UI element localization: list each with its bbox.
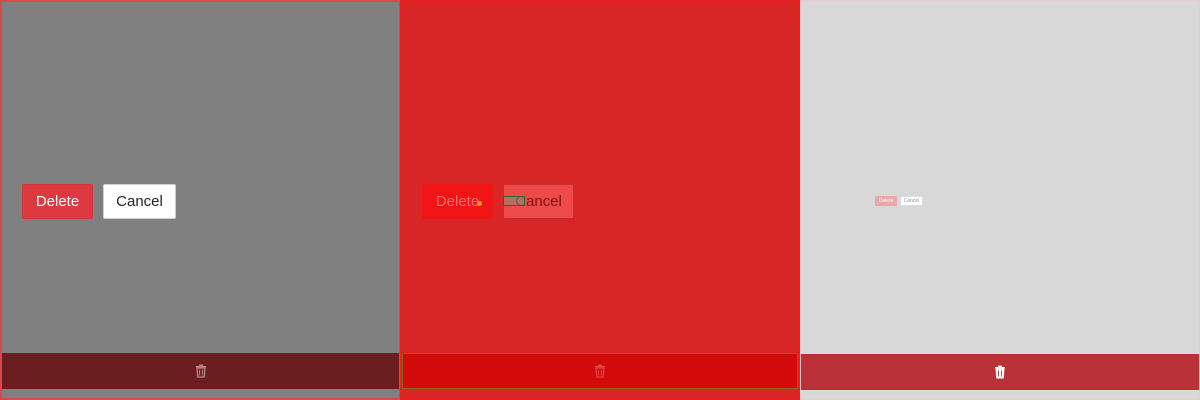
delete-button[interactable]: Delete bbox=[422, 184, 493, 219]
trash-icon bbox=[995, 365, 1005, 379]
trash-icon bbox=[595, 364, 605, 378]
cancel-button[interactable]: Cancel bbox=[103, 184, 176, 219]
panel-normal: Delete Cancel bbox=[0, 0, 400, 400]
action-buttons: Delete Cancel bbox=[422, 184, 574, 219]
selection-marker bbox=[503, 196, 525, 206]
delete-button[interactable]: Delete bbox=[22, 184, 93, 219]
delete-footer-bar[interactable] bbox=[801, 354, 1199, 390]
action-buttons: Delete Cancel bbox=[875, 196, 923, 206]
delete-footer-bar[interactable] bbox=[2, 353, 399, 389]
cursor-dot bbox=[477, 201, 482, 206]
panel-highlighted: Delete Cancel bbox=[400, 0, 800, 400]
trash-icon bbox=[195, 364, 206, 378]
panel-minimized: Delete Cancel bbox=[800, 0, 1200, 400]
action-buttons: Delete Cancel bbox=[22, 184, 176, 219]
delete-footer-bar[interactable] bbox=[402, 353, 798, 389]
delete-button[interactable]: Delete bbox=[875, 196, 897, 206]
cancel-button[interactable]: Cancel bbox=[900, 196, 923, 206]
